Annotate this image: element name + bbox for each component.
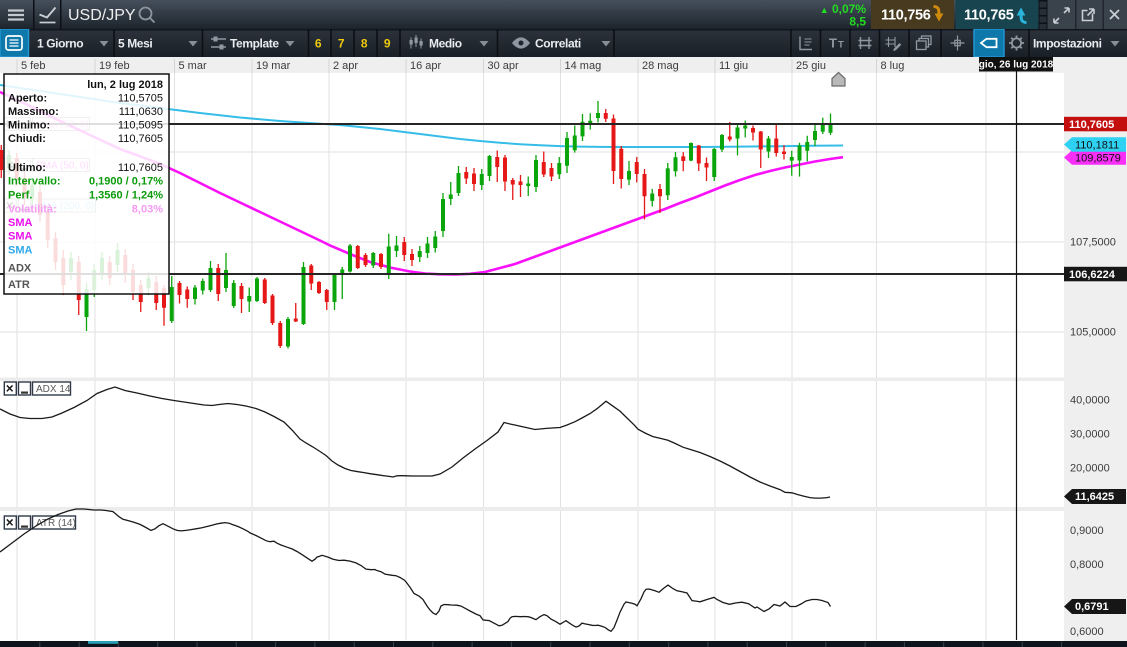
svg-text:6: 6 (315, 37, 322, 51)
svg-text:11 giu: 11 giu (719, 60, 748, 72)
svg-text:7: 7 (338, 37, 345, 51)
svg-text:Impostazioni: Impostazioni (1033, 37, 1102, 51)
svg-text:110,756: 110,756 (881, 8, 931, 24)
svg-text:110,7605: 110,7605 (118, 133, 163, 145)
svg-text:T: T (838, 40, 844, 51)
svg-text:11,6425: 11,6425 (1075, 491, 1114, 503)
svg-text:SMA: SMA (8, 245, 33, 257)
svg-text:110,5095: 110,5095 (118, 120, 163, 132)
svg-text:110,5705: 110,5705 (118, 93, 163, 105)
svg-text:111,0630: 111,0630 (119, 106, 163, 118)
svg-text:8,5: 8,5 (849, 15, 866, 29)
svg-text:lun, 2 lug 2018: lun, 2 lug 2018 (87, 79, 163, 91)
svg-text:25 giu: 25 giu (796, 60, 826, 72)
svg-text:19 feb: 19 feb (99, 60, 130, 72)
svg-text:Intervallo:: Intervallo: (8, 176, 61, 188)
svg-text:Correlati: Correlati (535, 37, 581, 51)
svg-text:28 mag: 28 mag (642, 60, 679, 72)
svg-text:0,1900 / 0,17%: 0,1900 / 0,17% (89, 176, 163, 188)
svg-text:Aperto:: Aperto: (8, 93, 47, 105)
svg-text:8 lug: 8 lug (881, 60, 905, 72)
svg-text:Medio: Medio (429, 37, 462, 51)
svg-text:30 apr: 30 apr (488, 60, 520, 72)
svg-text:1,3560 / 1,24%: 1,3560 / 1,24% (89, 190, 163, 202)
svg-text:×: × (6, 381, 14, 396)
svg-text:USD/JPY: USD/JPY (68, 7, 136, 24)
svg-text:110,7605: 110,7605 (1069, 119, 1114, 131)
svg-text:ADX: ADX (8, 263, 32, 275)
svg-text:Perf.: Perf. (8, 190, 32, 202)
svg-text:ADX 14: ADX 14 (36, 384, 71, 395)
svg-text:19 mar: 19 mar (256, 60, 291, 72)
svg-text:T: T (829, 36, 837, 51)
svg-text:2 apr: 2 apr (333, 60, 358, 72)
svg-text:16 apr: 16 apr (410, 60, 442, 72)
svg-text:Volatilità:: Volatilità: (8, 204, 57, 216)
svg-text:0,9000: 0,9000 (1070, 525, 1104, 537)
svg-text:Minimo:: Minimo: (8, 120, 50, 132)
svg-text:×: × (6, 515, 14, 530)
svg-text:30,0000: 30,0000 (1070, 429, 1110, 441)
svg-text:0,6000: 0,6000 (1070, 626, 1104, 638)
svg-text:Massimo:: Massimo: (8, 106, 59, 118)
svg-text:Template: Template (230, 37, 279, 51)
svg-text:110,7605: 110,7605 (118, 162, 163, 174)
svg-text:106,6224: 106,6224 (1069, 269, 1116, 281)
svg-text:Ultimo:: Ultimo: (8, 162, 46, 174)
svg-text:1 Giorno: 1 Giorno (37, 37, 83, 51)
svg-text:110,1811: 110,1811 (1075, 140, 1119, 152)
svg-text:SMA: SMA (8, 217, 33, 229)
svg-text:107,5000: 107,5000 (1070, 237, 1116, 249)
svg-text:109,8579: 109,8579 (1075, 153, 1121, 165)
svg-text:5 Mesi: 5 Mesi (118, 37, 152, 51)
svg-text:0,6791: 0,6791 (1075, 601, 1109, 613)
svg-text:40,0000: 40,0000 (1070, 395, 1110, 407)
svg-text:ATR: ATR (8, 279, 30, 291)
svg-text:gio, 26 lug 2018: gio, 26 lug 2018 (979, 60, 1054, 71)
svg-text:8,03%: 8,03% (132, 204, 163, 216)
svg-text:20,0000: 20,0000 (1070, 463, 1110, 475)
svg-text:5 feb: 5 feb (21, 60, 45, 72)
svg-text:ATR (14): ATR (14) (36, 518, 76, 529)
svg-text:110,765: 110,765 (964, 8, 1014, 24)
svg-text:105,0000: 105,0000 (1070, 327, 1116, 339)
svg-text:8: 8 (361, 37, 368, 51)
svg-text:0,8000: 0,8000 (1070, 559, 1104, 571)
svg-text:Chiudi:: Chiudi: (8, 133, 46, 145)
svg-text:14 mag: 14 mag (565, 60, 602, 72)
svg-text:5 mar: 5 mar (179, 60, 207, 72)
svg-text:9: 9 (384, 37, 391, 51)
svg-text:SMA: SMA (8, 231, 33, 243)
